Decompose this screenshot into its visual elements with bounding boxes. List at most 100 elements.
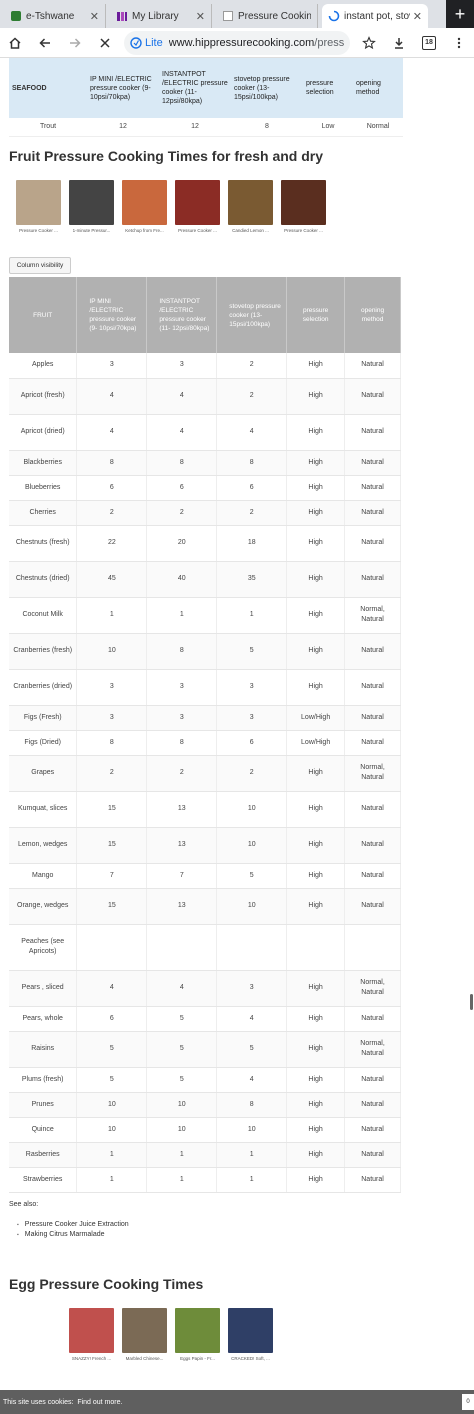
table-header[interactable]: stovetop pressure cooker (13- 15psi/100k… <box>216 277 288 353</box>
table-header[interactable]: INSTANTPOT /ELECTRIC pressure cooker (11… <box>146 277 218 353</box>
forward-icon[interactable] <box>60 28 90 58</box>
table-cell: 10 <box>216 1117 288 1143</box>
table-row: Raisins 5 5 5 High Normal, Natural <box>9 1031 401 1068</box>
back-icon[interactable] <box>30 28 60 58</box>
table-cell: Natural <box>344 863 401 889</box>
scrollbar[interactable] <box>470 994 473 1010</box>
table-cell: 3 <box>216 705 288 731</box>
thumb-caption: Marbled Chinese... <box>125 1356 164 1361</box>
table-cell: Natural <box>344 633 401 670</box>
close-icon[interactable]: ✕ <box>413 10 422 23</box>
close-icon[interactable]: ✕ <box>196 10 205 23</box>
table-row: Peaches (see Apricots) <box>9 924 401 971</box>
menu-icon[interactable] <box>444 28 474 58</box>
thumb-caption: CRACKED! Soft, ... <box>231 1356 270 1361</box>
library-icon <box>116 10 128 22</box>
table-cell: 1 <box>216 1167 288 1193</box>
table-cell: 5 <box>216 863 288 889</box>
url-path: /pressure-co <box>314 36 344 49</box>
table-cell: Chestnuts (fresh) <box>9 525 78 562</box>
table-row: Mango 7 7 5 High Natural <box>9 863 401 889</box>
table-cell: 10 <box>146 1117 218 1143</box>
table-cell: High <box>286 1167 346 1193</box>
tab-pressure-cooking[interactable]: Pressure Cookin <box>216 4 318 28</box>
related-post[interactable]: Candied Lemon ... <box>228 180 273 233</box>
table-cell: High <box>286 827 346 864</box>
new-tab-button[interactable]: + <box>446 0 474 28</box>
table-header[interactable]: IP MINI /ELECTRIC pressure cooker (9- 10… <box>76 277 148 353</box>
table-cell: Cranberries (fresh) <box>9 633 78 670</box>
related-post[interactable]: Pressure Cooker ... <box>281 180 326 233</box>
table-cell: 6 <box>146 475 218 501</box>
table-cell: 7 <box>76 863 148 889</box>
table-cell: 1 <box>146 1142 218 1168</box>
table-cell: 5 <box>146 1006 218 1032</box>
related-post[interactable]: 1-minute Pressur... <box>69 180 114 233</box>
stop-icon[interactable] <box>90 28 120 58</box>
table-cell: 20 <box>146 525 218 562</box>
tab-e-tshwane[interactable]: e-Tshwane ✕ <box>4 4 106 28</box>
table-cell: Natural <box>344 414 401 451</box>
tab-instant-pot[interactable]: instant pot, stov ✕ <box>322 4 428 28</box>
thumb-image <box>228 180 273 225</box>
see-also-link[interactable]: Making Citrus Marmalade <box>17 1231 129 1238</box>
table-cell: 1 <box>146 597 218 634</box>
table-row: Orange, wedges 15 13 10 High Natural <box>9 888 401 925</box>
star-icon[interactable] <box>354 28 384 58</box>
table-cell: 8 <box>216 450 288 476</box>
thumb-caption: Pressure Cooker ... <box>284 228 323 233</box>
table-cell: Natural <box>344 1167 401 1193</box>
table-header[interactable]: FRUIT <box>9 277 78 353</box>
table-cell: Quince <box>9 1117 78 1143</box>
table-cell: 15 <box>76 888 148 925</box>
table-cell: Low <box>303 118 353 137</box>
home-icon[interactable] <box>0 28 30 58</box>
table-cell: Natural <box>344 705 401 731</box>
table-row: Blackberries 8 8 8 High Natural <box>9 450 401 476</box>
tab-switcher-button[interactable]: 18 <box>414 28 444 58</box>
table-cell: 5 <box>146 1067 218 1093</box>
see-also-link[interactable]: Pressure Cooker Juice Extraction <box>17 1221 129 1228</box>
table-cell: Apples <box>9 353 78 379</box>
download-icon[interactable] <box>384 28 414 58</box>
tab-title: My Library <box>132 10 179 22</box>
related-post[interactable]: CRACKED! Soft, ... <box>228 1308 273 1361</box>
related-post[interactable]: Pressure Cooker ... <box>16 180 61 233</box>
table-header[interactable]: opening method <box>344 277 401 353</box>
table-cell: 2 <box>146 500 218 526</box>
related-post[interactable]: Eggs Papin - Fr... <box>175 1308 220 1361</box>
cookie-link[interactable]: Find out more. <box>77 1399 122 1406</box>
cookie-accept-button[interactable]: 0 <box>462 1394 474 1410</box>
table-cell: Normal, Natural <box>344 1031 401 1068</box>
table-cell: 5 <box>76 1031 148 1068</box>
loading-icon <box>328 10 340 22</box>
table-cell: High <box>286 755 346 792</box>
table-cell: 2 <box>146 755 218 792</box>
table-cell: Plums (fresh) <box>9 1067 78 1093</box>
table-row: Prunes 10 10 8 High Natural <box>9 1092 401 1118</box>
related-post[interactable]: SNAZZY! French ... <box>69 1308 114 1361</box>
table-cell: Rasberries <box>9 1142 78 1168</box>
column-visibility-button[interactable]: Column visibility <box>9 257 71 274</box>
url-host: www.hippressurecooking.com <box>168 36 315 49</box>
table-cell: High <box>286 970 346 1007</box>
thumb-caption: Ketchup from Fre... <box>125 228 164 233</box>
table-cell: High <box>286 888 346 925</box>
related-post[interactable]: Ketchup from Fre... <box>122 180 167 233</box>
close-icon[interactable]: ✕ <box>90 10 99 23</box>
related-post[interactable]: Pressure Cooker ... <box>175 180 220 233</box>
table-cell: 4 <box>216 414 288 451</box>
tab-my-library[interactable]: My Library ✕ <box>110 4 212 28</box>
address-bar[interactable]: Lite www.hippressurecooking.com/pressure… <box>124 30 350 55</box>
table-cell: 4 <box>146 378 218 415</box>
related-post[interactable]: Marbled Chinese... <box>122 1308 167 1361</box>
table-cell: 13 <box>146 888 218 925</box>
table-cell: Orange, wedges <box>9 888 78 925</box>
table-cell: 3 <box>216 669 288 706</box>
table-cell: Pears , sliced <box>9 970 78 1007</box>
table-header[interactable]: pressure selection <box>286 277 346 353</box>
thumb-caption: Pressure Cooker ... <box>19 228 58 233</box>
table-cell: 8 <box>76 450 148 476</box>
table-cell: 13 <box>146 827 218 864</box>
table-cell: 13 <box>146 791 218 828</box>
